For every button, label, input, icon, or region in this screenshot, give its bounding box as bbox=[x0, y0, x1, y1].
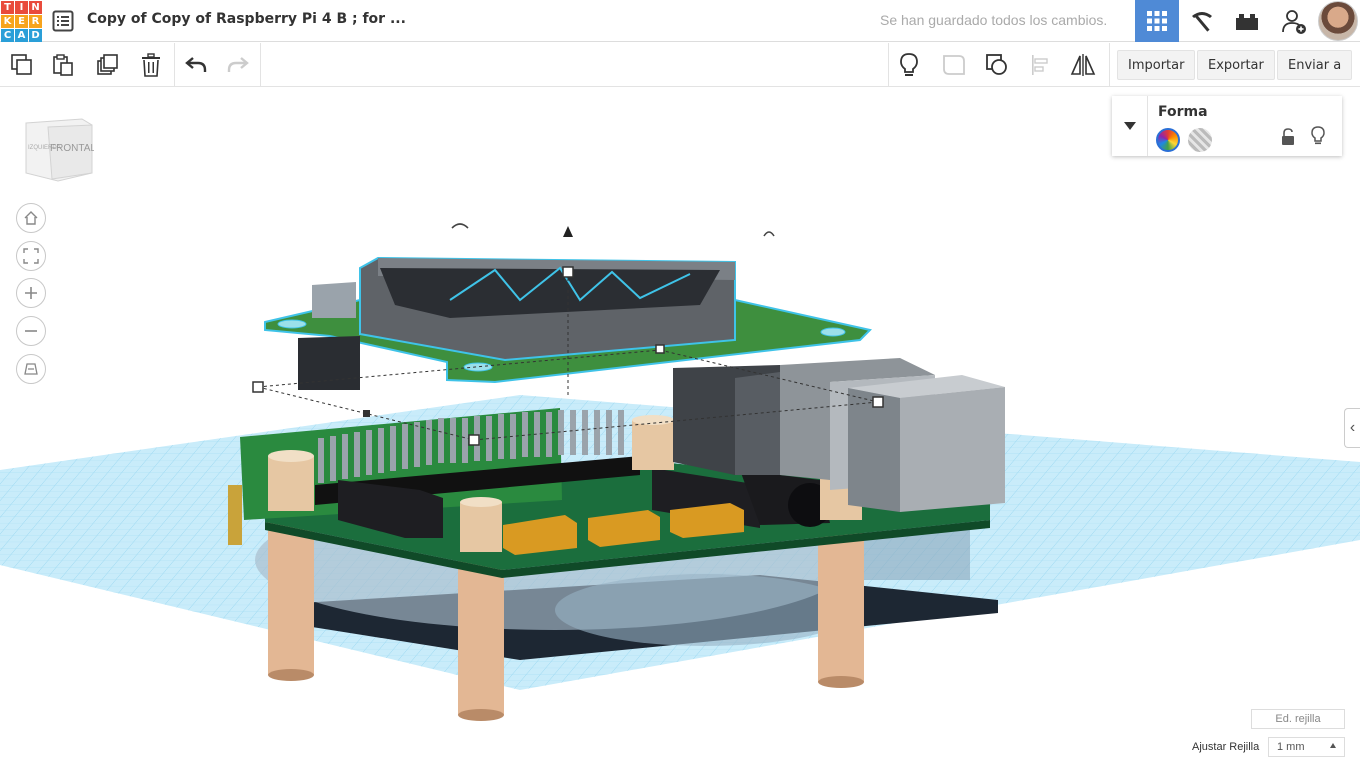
undo-icon bbox=[185, 57, 207, 72]
collapse-inspector-button[interactable] bbox=[1112, 96, 1148, 156]
logo-letter: I bbox=[15, 1, 28, 14]
shapes-panel-toggle[interactable]: ‹ bbox=[1344, 408, 1360, 448]
logo-letter: R bbox=[29, 15, 42, 28]
send-to-button[interactable]: Enviar a bbox=[1277, 50, 1353, 80]
snap-grid-select[interactable]: 1 mm bbox=[1268, 737, 1345, 757]
mirror-icon bbox=[1070, 54, 1096, 76]
home-view-button[interactable] bbox=[16, 203, 46, 233]
pickaxe-icon bbox=[1192, 12, 1212, 32]
logo-letter: N bbox=[29, 1, 42, 14]
chevron-left-icon: ‹ bbox=[1349, 419, 1356, 436]
copy-icon bbox=[11, 54, 32, 75]
group-button[interactable] bbox=[938, 49, 970, 81]
perspective-icon bbox=[24, 363, 38, 375]
plus-icon bbox=[25, 287, 37, 299]
notes-button[interactable] bbox=[893, 49, 925, 81]
snap-grid-value: 1 mm bbox=[1277, 741, 1305, 753]
unlock-icon[interactable] bbox=[1280, 128, 1296, 146]
grid-view-icon bbox=[1147, 11, 1167, 31]
resize-handle bbox=[655, 344, 665, 354]
brick-icon bbox=[1236, 14, 1258, 30]
resize-handle bbox=[252, 381, 264, 393]
mirror-button[interactable] bbox=[1067, 49, 1099, 81]
shape-panel-title: Forma bbox=[1158, 104, 1208, 120]
perspective-toggle-button[interactable] bbox=[16, 354, 46, 384]
align-icon bbox=[1032, 55, 1048, 75]
import-button[interactable]: Importar bbox=[1117, 50, 1196, 80]
rotate-handle bbox=[451, 223, 469, 229]
paste-icon bbox=[53, 54, 73, 76]
logo-letter: C bbox=[1, 29, 14, 42]
visibility-lightbulb-icon[interactable] bbox=[1310, 126, 1326, 146]
ungroup-button[interactable] bbox=[981, 49, 1013, 81]
logo-letter: E bbox=[15, 15, 28, 28]
shape-inspector: Forma bbox=[1112, 96, 1342, 156]
paste-button[interactable] bbox=[47, 49, 79, 81]
rotate-handle bbox=[763, 231, 775, 237]
zoom-in-button[interactable] bbox=[16, 278, 46, 308]
logo-letter: A bbox=[15, 29, 28, 42]
fit-all-icon bbox=[23, 248, 39, 264]
resize-handle bbox=[562, 266, 574, 278]
redo-button[interactable] bbox=[222, 49, 254, 81]
bricks-view-button[interactable] bbox=[1225, 0, 1269, 42]
delete-button[interactable] bbox=[135, 49, 167, 81]
caret-up-icon bbox=[1330, 743, 1336, 748]
user-avatar[interactable] bbox=[1318, 1, 1358, 41]
redo-icon bbox=[227, 57, 249, 72]
home-icon bbox=[24, 211, 38, 225]
logo-letter: D bbox=[29, 29, 42, 42]
edit-grid-button[interactable]: Ed. rejilla bbox=[1251, 709, 1345, 729]
save-status: Se han guardado todos los cambios. bbox=[880, 12, 1108, 28]
duplicate-button[interactable] bbox=[92, 49, 124, 81]
duplicate-icon bbox=[97, 54, 118, 75]
caret-down-icon bbox=[1123, 122, 1136, 130]
trash-icon bbox=[142, 53, 160, 77]
viewcube-front-label: FRONTAL bbox=[50, 143, 94, 154]
multicolor-swatch[interactable] bbox=[1156, 128, 1180, 152]
add-user-button[interactable] bbox=[1272, 0, 1316, 42]
resize-handle bbox=[872, 396, 884, 408]
logo-letter: K bbox=[1, 15, 14, 28]
ungroup-icon bbox=[986, 54, 1007, 75]
undo-button[interactable] bbox=[180, 49, 212, 81]
top-bar: T I N K E R C A D Copy of Copy of Raspbe… bbox=[0, 0, 1360, 42]
copy-button[interactable] bbox=[6, 49, 38, 81]
scene-3d[interactable] bbox=[0, 87, 1360, 768]
zoom-out-button[interactable] bbox=[16, 316, 46, 346]
lightbulb-icon bbox=[900, 53, 918, 76]
design-title[interactable]: Copy of Copy of Raspberry Pi 4 B ; for .… bbox=[87, 11, 406, 27]
hole-swatch[interactable] bbox=[1188, 128, 1212, 152]
edit-toolbar: Importar Exportar Enviar a bbox=[0, 43, 1360, 87]
view-cube[interactable]: IZQUIERDA FRONTAL bbox=[22, 117, 94, 183]
export-button[interactable]: Exportar bbox=[1197, 50, 1275, 80]
tinkercad-logo[interactable]: T I N K E R C A D bbox=[0, 0, 42, 42]
workplane-canvas[interactable] bbox=[0, 87, 1360, 768]
lift-arrow-handle bbox=[563, 226, 573, 237]
group-icon bbox=[943, 55, 965, 75]
fit-view-button[interactable] bbox=[16, 241, 46, 271]
minus-icon bbox=[25, 330, 37, 332]
design-list-icon[interactable] bbox=[52, 10, 74, 32]
align-button[interactable] bbox=[1025, 49, 1057, 81]
logo-letter: T bbox=[1, 1, 14, 14]
3d-design-view-button[interactable] bbox=[1135, 0, 1179, 42]
add-user-icon bbox=[1282, 10, 1306, 34]
resize-handle bbox=[468, 434, 480, 446]
snap-grid-label: Ajustar Rejilla bbox=[1192, 741, 1260, 753]
blocks-view-button[interactable] bbox=[1180, 0, 1224, 42]
